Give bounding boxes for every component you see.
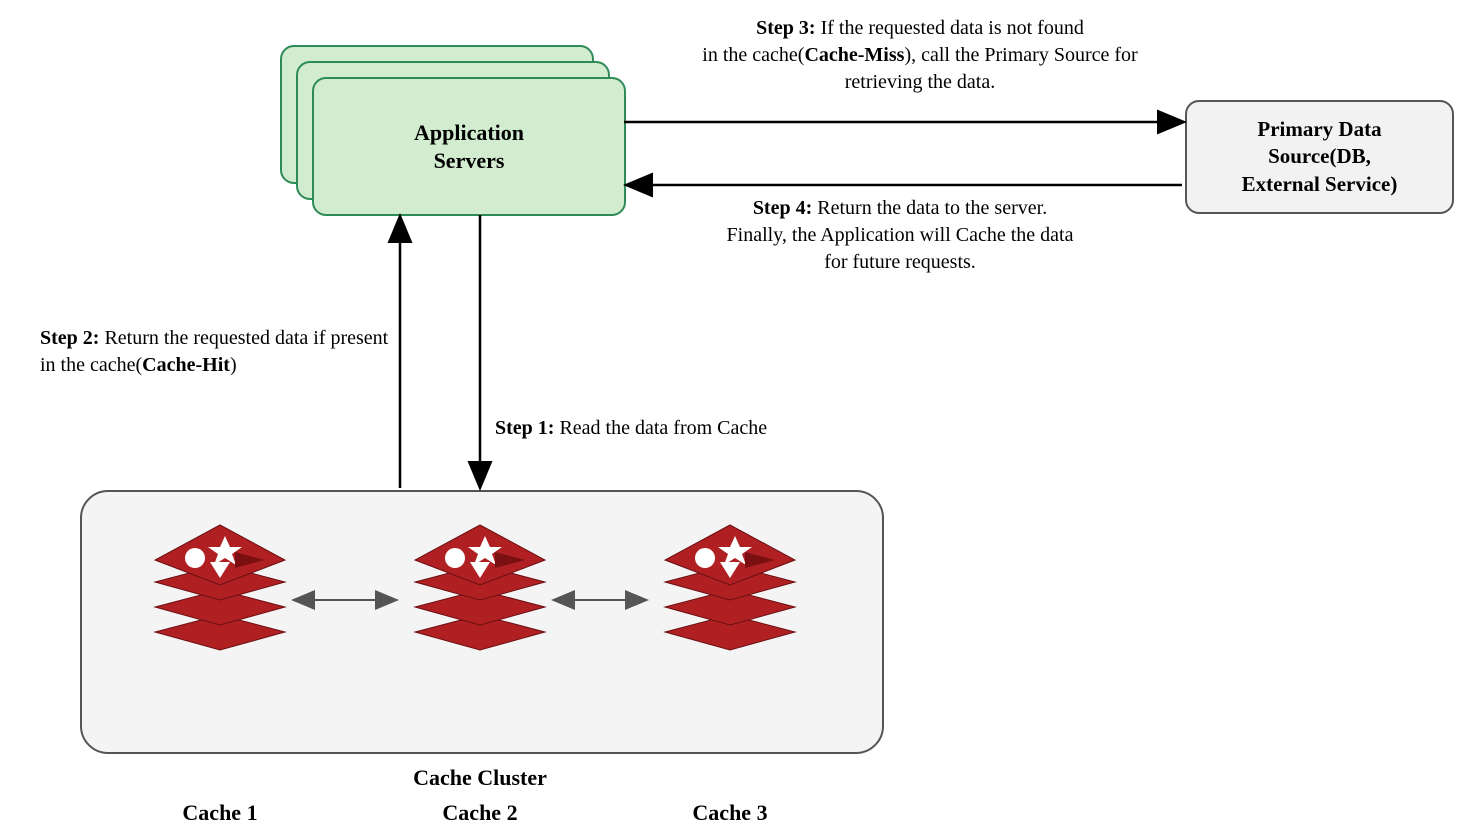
cache-node-3-label: Cache 3 bbox=[640, 800, 820, 826]
step-2-rest2: ) bbox=[230, 354, 237, 376]
step-1-rest: Read the data from Cache bbox=[554, 417, 767, 439]
step-3-bold: Step 3: bbox=[756, 17, 815, 39]
step-4-bold: Step 4: bbox=[753, 197, 812, 219]
application-servers-label: ApplicationServers bbox=[414, 119, 524, 174]
server-card-front: ApplicationServers bbox=[312, 77, 626, 216]
redis-icon bbox=[130, 520, 310, 655]
step-3-bold2: Cache-Miss bbox=[804, 44, 904, 66]
step-1-text: Step 1: Read the data from Cache bbox=[495, 415, 767, 442]
cache-node-2-label: Cache 2 bbox=[390, 800, 570, 826]
diagram-canvas: ApplicationServers Primary DataSource(DB… bbox=[0, 0, 1462, 820]
step-1-bold: Step 1: bbox=[495, 417, 554, 439]
step-3-text: Step 3: If the requested data is not fou… bbox=[640, 15, 1200, 96]
redis-icon bbox=[640, 520, 820, 655]
cache-node-1-label: Cache 1 bbox=[130, 800, 310, 826]
application-servers: ApplicationServers bbox=[280, 45, 610, 215]
primary-data-source: Primary DataSource(DB,External Service) bbox=[1185, 100, 1454, 214]
step-2-bold2: Cache-Hit bbox=[142, 354, 230, 376]
primary-data-source-label: Primary DataSource(DB,External Service) bbox=[1242, 116, 1398, 198]
cache-cluster-title: Cache Cluster bbox=[80, 765, 880, 791]
step-2-bold: Step 2: bbox=[40, 327, 99, 349]
step-2-text: Step 2: Return the requested data if pre… bbox=[40, 325, 390, 379]
step-4-text: Step 4: Return the data to the server.Fi… bbox=[660, 195, 1140, 276]
redis-icon bbox=[390, 520, 570, 655]
